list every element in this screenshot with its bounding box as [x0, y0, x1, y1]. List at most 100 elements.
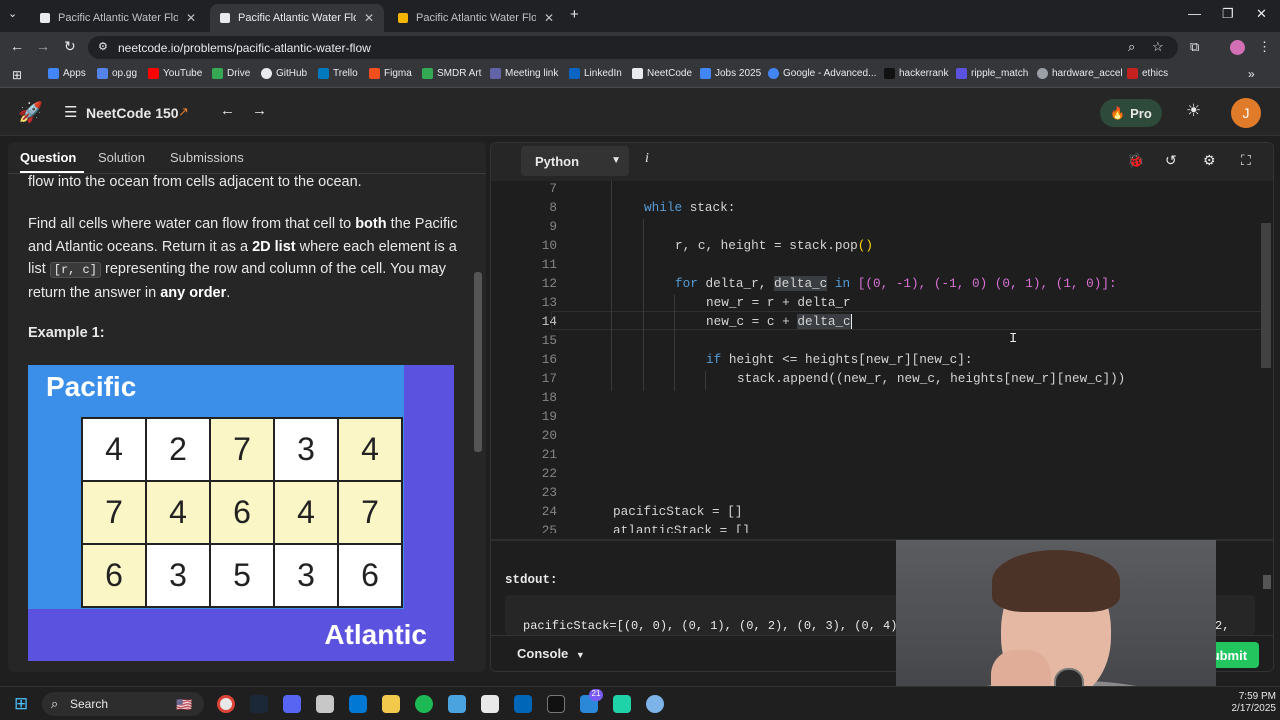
atlantic-label: Atlantic: [324, 619, 427, 650]
inline-code: [r, c]: [49, 262, 101, 278]
unity-icon[interactable]: [481, 695, 499, 713]
code-line: new_c = c + delta_c: [706, 314, 852, 329]
bookmark-opgg[interactable]: op.gg: [97, 68, 137, 79]
bookmark-ripple-match[interactable]: ripple_match: [956, 68, 1028, 79]
console-toggle[interactable]: Console ▼: [517, 646, 585, 661]
snipping-tool-icon[interactable]: [316, 695, 334, 713]
minimize-icon[interactable]: —: [1188, 6, 1201, 21]
description-paragraph: Find all cells where water can flow from…: [28, 213, 458, 304]
new-tab-icon[interactable]: +: [570, 6, 579, 23]
menu-icon[interactable]: ⋮: [1258, 39, 1271, 55]
system-clock[interactable]: 7:59 PM 2/17/2025: [1222, 691, 1277, 715]
bookmark-ethics[interactable]: ethics: [1127, 68, 1168, 79]
profile-icon[interactable]: [1230, 40, 1245, 55]
avatar[interactable]: J: [1231, 98, 1261, 128]
bookmark-linkedin[interactable]: LinkedIn: [569, 68, 622, 79]
vscode-icon[interactable]: [514, 695, 532, 713]
bookmark-github[interactable]: GitHub: [261, 68, 307, 79]
bookmark-hardware-accel[interactable]: hardware_accel: [1037, 68, 1123, 79]
tab-title: Pacific Atlantic Water Flow - Ne: [58, 12, 178, 24]
info-icon[interactable]: i: [645, 151, 649, 167]
prev-problem-icon[interactable]: ←: [220, 102, 235, 119]
file-explorer-icon[interactable]: [382, 695, 400, 713]
taskbar-search[interactable]: ⌕ Search 🇺🇸: [42, 692, 204, 716]
forward-icon[interactable]: →: [36, 38, 50, 54]
back-icon[interactable]: ←: [10, 38, 24, 54]
bookmark-star-icon[interactable]: ☆: [1152, 39, 1164, 55]
settings-gear-icon[interactable]: ⚙: [1203, 152, 1216, 169]
browser-tab-3[interactable]: Pacific Atlantic Water Flow - Le ✕: [388, 4, 564, 32]
fullscreen-icon[interactable]: ⛶: [1241, 152, 1251, 169]
maximize-icon[interactable]: ❐: [1222, 6, 1234, 22]
browser-tab-2[interactable]: Pacific Atlantic Water Flow - Ne ✕: [210, 4, 384, 32]
window-close-icon[interactable]: ✕: [1256, 6, 1267, 22]
github-icon: [261, 68, 272, 79]
problem-list-title[interactable]: NeetCode 150: [86, 105, 179, 121]
bug-icon[interactable]: 🐞: [1127, 152, 1144, 169]
bookmark-label: Trello: [333, 68, 358, 79]
discord-icon[interactable]: [283, 695, 301, 713]
more-bookmarks-icon[interactable]: »: [1248, 67, 1255, 81]
search-icon: ⌕: [51, 696, 59, 711]
steam-icon[interactable]: [250, 695, 268, 713]
drive-icon: [212, 68, 223, 79]
line-number: 7: [549, 181, 557, 196]
bookmark-trello[interactable]: Trello: [318, 68, 358, 79]
chrome-icon[interactable]: [217, 695, 235, 713]
grid-cell: 3: [275, 419, 337, 480]
code-editor[interactable]: 7 8 9 10 11 12 13 14 15 16 17 18 19 20 2…: [491, 181, 1273, 533]
zoom-icon[interactable]: ⌕: [1128, 39, 1135, 55]
chat-app-icon[interactable]: [613, 695, 631, 713]
bookmark-smdr-art[interactable]: SMDR Art: [422, 68, 481, 79]
ableton-live-icon[interactable]: [547, 695, 565, 713]
bookmark-label: hardware_accel: [1052, 68, 1123, 79]
bookmark-neetcode[interactable]: NeetCode: [632, 68, 692, 79]
tab-search-icon[interactable]: ⌄: [8, 7, 17, 20]
question-scrollbar[interactable]: [474, 272, 482, 452]
tab-question[interactable]: Question: [20, 150, 76, 165]
output-scrollbar[interactable]: [1263, 575, 1271, 589]
site-info-icon[interactable]: ⚙: [98, 40, 108, 53]
line-number: 9: [549, 219, 557, 234]
tab-submissions[interactable]: Submissions: [170, 150, 244, 165]
close-icon[interactable]: ✕: [364, 11, 374, 25]
outlook-icon[interactable]: [349, 695, 367, 713]
list-icon[interactable]: ☰: [64, 103, 77, 121]
spotify-icon[interactable]: [415, 695, 433, 713]
bookmark-drive[interactable]: Drive: [212, 68, 250, 79]
rocket-logo-icon[interactable]: 🚀: [18, 100, 43, 125]
url-text: neetcode.io/problems/pacific-atlantic-wa…: [118, 40, 371, 55]
bookmark-hackerrank[interactable]: hackerrank: [884, 68, 948, 79]
bookmark-label: op.gg: [112, 68, 138, 79]
reload-icon[interactable]: ↻: [64, 38, 76, 55]
bookmark-apps[interactable]: Apps: [48, 68, 86, 79]
external-link-icon[interactable]: ↗: [178, 104, 189, 120]
next-problem-icon[interactable]: →: [252, 102, 267, 119]
browser-tab-1[interactable]: Pacific Atlantic Water Flow - Ne ✕: [30, 4, 206, 32]
close-icon[interactable]: ✕: [544, 11, 554, 25]
bookmark-youtube[interactable]: YouTube: [148, 68, 202, 79]
tab-solution[interactable]: Solution: [98, 150, 145, 165]
extensions-icon[interactable]: ⧉: [1190, 39, 1199, 55]
pro-button[interactable]: 🔥 Pro: [1100, 99, 1162, 127]
indent-guide: [674, 295, 675, 391]
bookmark-figma[interactable]: Figma: [369, 68, 412, 79]
language-select[interactable]: Python ▼: [521, 146, 629, 176]
code-text: r, c, height = stack.pop: [675, 238, 858, 253]
bookmark-google-advanced[interactable]: Google - Advanced...: [768, 68, 876, 79]
browser-app-icon[interactable]: [646, 695, 664, 713]
url-input[interactable]: ⚙ neetcode.io/problems/pacific-atlantic-…: [88, 36, 1178, 59]
close-icon[interactable]: ✕: [186, 11, 196, 25]
bookmark-jobs[interactable]: Jobs 2025: [700, 68, 761, 79]
bookmark-meeting-link[interactable]: Meeting link: [490, 68, 558, 79]
bookmark-label: SMDR Art: [437, 68, 482, 79]
theme-toggle-icon[interactable]: ☀: [1186, 101, 1201, 121]
code-line: pacificStack = []: [613, 504, 743, 519]
editor-scrollbar[interactable]: [1261, 223, 1271, 368]
line-number: 18: [541, 390, 557, 405]
highlighted-identifier: delta_c: [773, 276, 828, 291]
apps-grid-icon[interactable]: ⊞: [12, 68, 22, 82]
windows-start-icon[interactable]: ⊞: [14, 694, 28, 714]
reset-icon[interactable]: ↺: [1165, 152, 1177, 169]
notepad-icon[interactable]: [448, 695, 466, 713]
